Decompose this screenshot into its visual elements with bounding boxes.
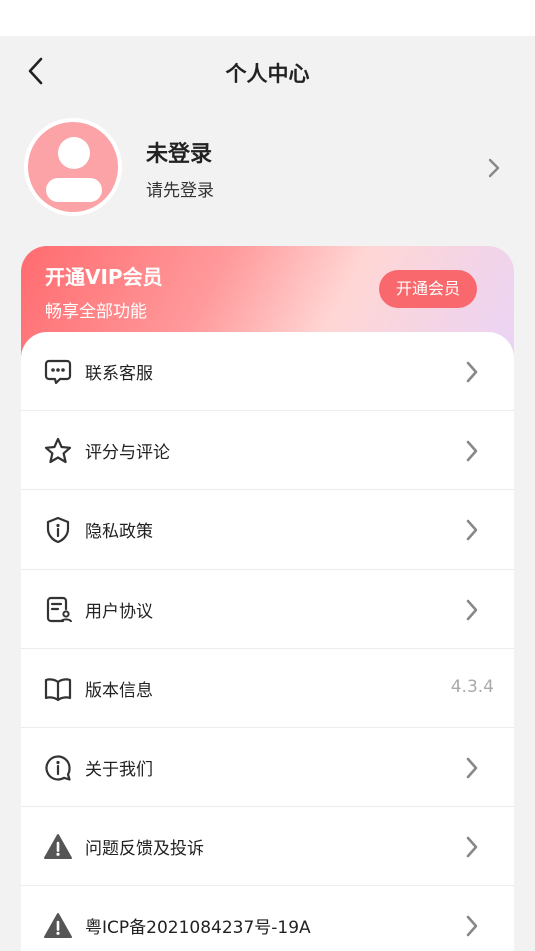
- chevron-right-icon: [466, 836, 478, 858]
- chevron-right-icon: [466, 599, 478, 620]
- book-icon: [44, 678, 72, 701]
- shield-info-icon: [46, 517, 70, 544]
- menu-item-about-us[interactable]: 关于我们: [21, 728, 514, 808]
- menu-item-label: 问题反馈及投诉: [85, 839, 204, 860]
- chevron-right-icon: [466, 440, 478, 462]
- chevron-right-icon: [466, 361, 478, 383]
- status-bar: [0, 0, 535, 36]
- warning-icon: [44, 834, 72, 860]
- menu-item-version-info[interactable]: 版本信息 4.3.4: [21, 649, 514, 728]
- star-icon: [44, 438, 72, 464]
- menu-item-label: 版本信息: [85, 680, 153, 701]
- menu-item-label: 评分与评论: [85, 443, 170, 464]
- menu-item-label: 隐私政策: [85, 522, 153, 543]
- profile-login-row[interactable]: 未登录 请先登录: [0, 116, 535, 220]
- version-number: 4.3.4: [450, 676, 494, 697]
- profile-subtitle: 请先登录: [146, 181, 214, 201]
- profile-name: 未登录: [146, 142, 213, 167]
- chevron-right-icon: [466, 520, 478, 541]
- chevron-right-icon: [488, 158, 500, 178]
- menu-item-label: 关于我们: [85, 759, 153, 780]
- menu-item-privacy-policy[interactable]: 隐私政策: [21, 490, 514, 570]
- nav-bar: 个人中心: [0, 36, 535, 106]
- menu-item-rating[interactable]: 评分与评论: [21, 411, 514, 491]
- page-title: 个人中心: [225, 62, 310, 86]
- menu-item-label: 粤ICP备2021084237号-19A: [85, 918, 311, 939]
- chevron-right-icon: [466, 757, 478, 779]
- menu-list: 联系客服 评分与评论 隐私政策 用户协议 版本信息 4.3.4 关于我们 问题反…: [21, 332, 514, 951]
- menu-item-label: 联系客服: [85, 364, 153, 384]
- open-vip-button[interactable]: 开通会员: [379, 270, 477, 308]
- avatar: [24, 118, 122, 216]
- vip-subtitle: 畅享全部功能: [45, 302, 147, 322]
- chat-bubble-icon: [44, 359, 72, 385]
- avatar-body-shape: [46, 178, 102, 202]
- vip-title: 开通VIP会员: [45, 265, 163, 289]
- menu-item-user-agreement[interactable]: 用户协议: [21, 570, 514, 649]
- document-user-icon: [46, 596, 72, 622]
- menu-item-customer-service[interactable]: 联系客服: [21, 332, 514, 412]
- avatar-head-shape: [58, 137, 90, 169]
- info-circle-icon: [45, 755, 71, 781]
- chevron-right-icon: [466, 916, 478, 937]
- menu-item-icp-record[interactable]: 粤ICP备2021084237号-19A: [21, 886, 514, 951]
- menu-item-label: 用户协议: [85, 601, 153, 622]
- menu-item-feedback[interactable]: 问题反馈及投诉: [21, 807, 514, 887]
- warning-icon: [44, 913, 72, 939]
